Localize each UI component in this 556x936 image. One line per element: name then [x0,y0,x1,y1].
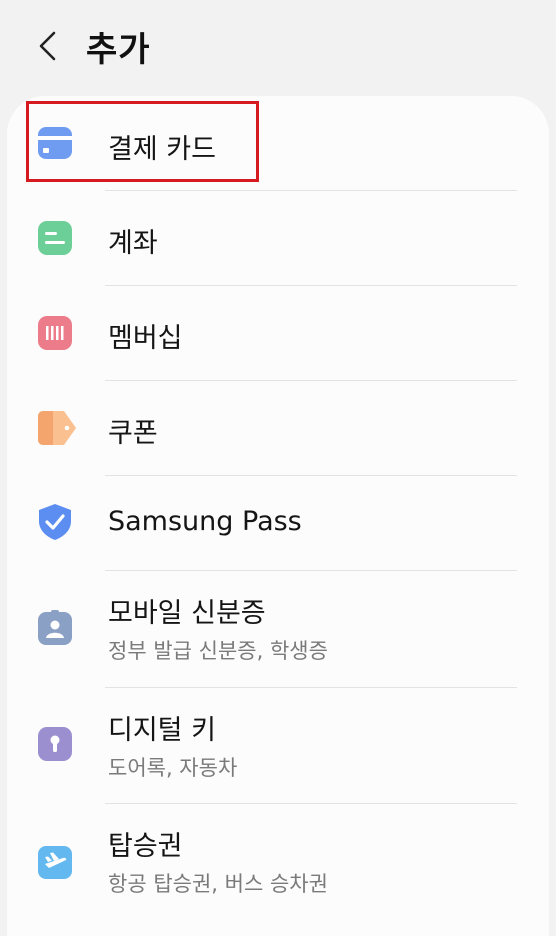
item-title: 디지털 키 [108,715,216,746]
list-item-membership[interactable]: 멤버십 [7,286,549,380]
list-item-boarding-pass[interactable]: 탑승권 항공 탑승권, 버스 승차권 [7,804,549,920]
item-title: 결제 카드 [108,134,216,165]
shield-check-icon [37,504,73,540]
back-button[interactable] [26,24,70,68]
page-title: 추가 [86,30,151,70]
add-options-list: 결제 카드 계좌 멤버십 쿠폰 Samsung Pass 모바일 신분증 정부 … [7,96,549,936]
list-item-samsung-pass[interactable]: Samsung Pass [7,476,549,570]
list-item-payment-card[interactable]: 결제 카드 [7,96,549,190]
membership-barcode-icon [37,315,73,351]
item-title: 쿠폰 [108,418,158,449]
item-subtitle: 도어록, 자동차 [108,756,238,780]
coupon-tag-icon [37,410,77,446]
item-title: 계좌 [108,228,158,259]
item-title: 멤버십 [108,323,183,354]
item-title: Samsung Pass [108,506,302,537]
chevron-left-icon [39,31,56,61]
item-title: 모바일 신분증 [108,598,266,629]
key-lock-icon [37,726,73,762]
item-subtitle: 정부 발급 신분증, 학생증 [108,639,328,663]
bank-account-icon [37,220,73,256]
id-badge-icon [37,610,73,646]
item-title: 탑승권 [108,831,183,862]
list-item-digital-key[interactable]: 디지털 키 도어록, 자동차 [7,688,549,804]
list-item-bank-account[interactable]: 계좌 [7,191,549,285]
boarding-pass-plane-icon [37,844,73,880]
item-subtitle: 항공 탑승권, 버스 승차권 [108,872,328,896]
app-header: 추가 [0,0,556,96]
list-item-coupon[interactable]: 쿠폰 [7,381,549,475]
payment-card-icon [37,125,73,161]
list-item-mobile-id[interactable]: 모바일 신분증 정부 발급 신분증, 학생증 [7,571,549,687]
